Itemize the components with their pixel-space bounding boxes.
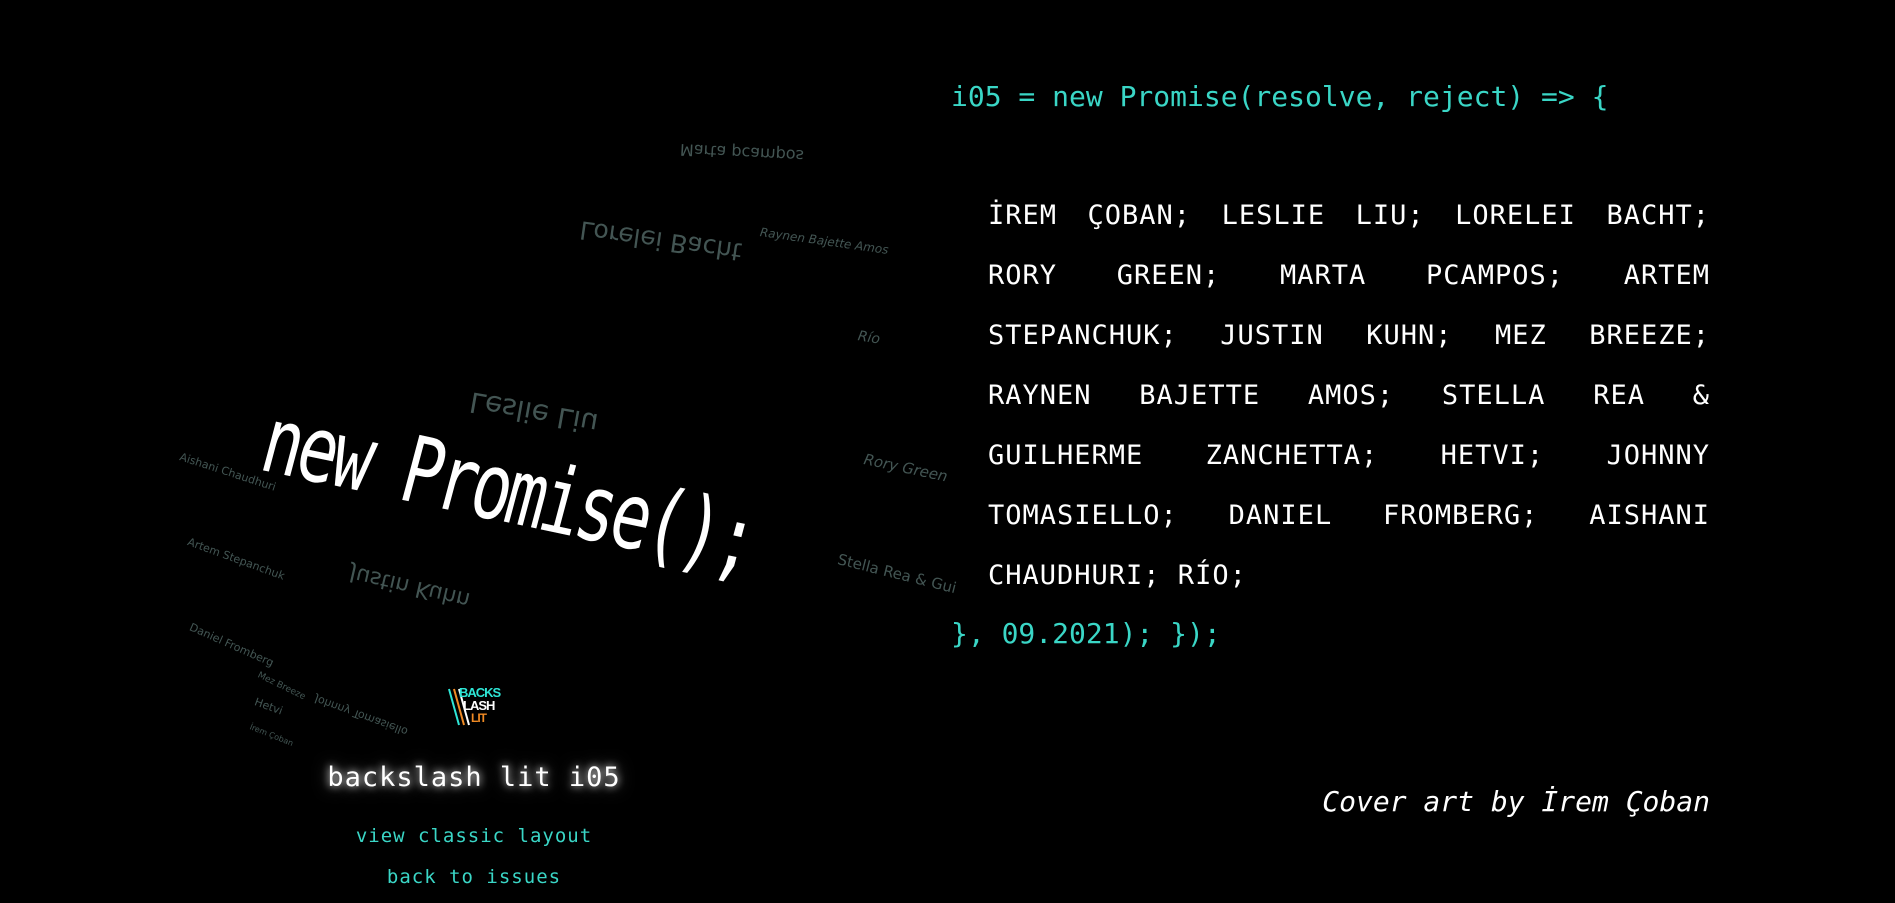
code-closing-line: }, 09.2021); }); [951, 617, 1221, 650]
floating-name: Raynen Bajette Amos [759, 225, 890, 257]
floating-name: Justin Kuhn [347, 560, 473, 613]
floating-name: Artem Stepanchuk [185, 535, 287, 583]
floating-name: Rory Green [862, 450, 950, 486]
floating-name: Daniel Fromberg [187, 620, 276, 670]
floating-name: Johnny Tomasiello [312, 692, 410, 739]
back-to-issues-link[interactable]: back to issues [0, 866, 948, 888]
floating-name: Río [856, 328, 882, 348]
cover-art-credit: Cover art by İrem Çoban [1322, 785, 1710, 818]
code-opening-line: i05 = new Promise(resolve, reject) => { [951, 80, 1609, 113]
logo-text: LIT [471, 711, 487, 725]
contributors-list: İREM ÇOBAN; LESLIE LIU; LORELEI BACHT; R… [988, 200, 1710, 591]
view-classic-layout-link[interactable]: view classic layout [0, 825, 948, 847]
floating-name: İrem Çoban [248, 722, 295, 749]
backslash-lit-logo-icon: BACKS LASH LIT [447, 683, 505, 729]
site-title: backslash lit i05 [327, 762, 621, 793]
floating-name: Stella Rea & Gui [835, 550, 959, 598]
floating-name: Lorelei Bacht [577, 215, 744, 267]
floating-name: Hetvi [252, 695, 285, 718]
floating-name: Marta pcampos [679, 140, 805, 166]
